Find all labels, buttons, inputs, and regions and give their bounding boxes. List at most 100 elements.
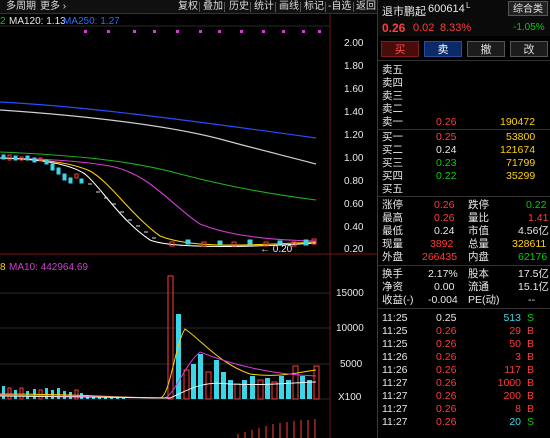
tick-volume: 20	[509, 416, 521, 428]
limit-up-value: 0.26	[434, 199, 455, 211]
tick-row[interactable]: 11:26 0.26 3 B	[378, 351, 550, 363]
quote-row: 涨停 0.26 跌停 0.22	[378, 199, 550, 211]
tick-side: S	[527, 416, 535, 428]
tick-price: 0.26	[436, 390, 457, 402]
toolbar-divider	[300, 2, 301, 12]
sector-button[interactable]: 综合类	[508, 1, 548, 16]
tick-side: B	[527, 403, 535, 415]
market-cap-label: 市值	[468, 225, 489, 237]
fuquan-button[interactable]: 复权	[178, 1, 198, 13]
tick-price: 0.25	[436, 312, 457, 324]
tick-side: B	[527, 351, 535, 363]
tick-side: B	[527, 364, 535, 376]
toolbar-divider	[224, 2, 225, 12]
divider	[378, 308, 550, 309]
tick-row[interactable]: 11:25 0.26 29 B	[378, 325, 550, 337]
low-value: 0.24	[434, 225, 455, 237]
cancel-order-button[interactable]: 撤	[467, 41, 505, 57]
low-label: 最低	[382, 225, 403, 237]
tick-row[interactable]: 11:27 0.26 1000 B	[378, 377, 550, 389]
buy-button[interactable]: 买	[381, 41, 419, 57]
tick-row[interactable]: 11:26 0.26 117 B	[378, 364, 550, 376]
bid-row[interactable]: 买三 0.23 71799	[378, 157, 550, 169]
kline-chart-area[interactable]: 2 MA120: 1.13 MA250: 1.27 ← 0.20 2.00 1.…	[0, 14, 377, 438]
period-menu[interactable]: 多周期	[6, 1, 36, 13]
price-change-pct: 8.33%	[440, 22, 472, 34]
volume-label-prefix: 8	[0, 262, 6, 273]
tick-price: 0.26	[436, 351, 457, 363]
sector-change: -1.05%	[513, 22, 545, 33]
price-tick: 1.20	[344, 130, 364, 141]
market-cap-value: 4.56亿	[518, 225, 549, 237]
net-assets-label: 净资	[382, 281, 403, 293]
bid-row[interactable]: 买四 0.22 35299	[378, 170, 550, 182]
draw-line-button[interactable]: 画线	[279, 1, 299, 13]
pe-value: --	[528, 294, 535, 306]
current-volume-value: 3892	[430, 238, 454, 250]
quote-row: 现量 3892 总量 328611	[378, 238, 550, 250]
bid-volume: 121674	[500, 144, 536, 156]
bid-label: 买五	[382, 183, 403, 195]
outer-volume-value: 266435	[422, 251, 458, 263]
ask-row[interactable]: 卖二	[378, 103, 550, 115]
tick-time: 11:27	[382, 390, 408, 402]
tick-volume: 8	[515, 403, 521, 415]
mark-button[interactable]: 标记	[304, 1, 324, 13]
history-button[interactable]: 历史	[229, 1, 249, 13]
inner-volume-label: 内盘	[468, 251, 489, 263]
ask-row[interactable]: 卖四	[378, 77, 550, 89]
back-button[interactable]: 返回	[356, 1, 376, 13]
tick-row[interactable]: 11:27 0.26 8 B	[378, 403, 550, 415]
divider	[378, 129, 550, 130]
tick-row[interactable]: 11:27 0.26 20 S	[378, 416, 550, 428]
bid-row[interactable]: 买一 0.25 53800	[378, 131, 550, 143]
bid-label: 买三	[382, 157, 403, 169]
toolbar-divider	[325, 2, 326, 12]
quote-panel: 退市鹏起 600614 L 0.26 0.02 8.33% 综合类 -1.05%…	[377, 0, 550, 438]
eps-value: -0.004	[428, 294, 458, 306]
ask-row[interactable]: 卖五	[378, 64, 550, 76]
tick-row[interactable]: 11:27 0.26 200 B	[378, 390, 550, 402]
float-value: 15.1亿	[518, 281, 549, 293]
tick-row[interactable]: 11:25 0.25 513 S	[378, 312, 550, 324]
ask-row[interactable]: 卖一 0.26 190472	[378, 116, 550, 128]
tick-time: 11:25	[382, 325, 408, 337]
tick-volume: 29	[509, 325, 521, 337]
tick-volume: 3	[515, 351, 521, 363]
tick-time: 11:25	[382, 338, 408, 350]
more-menu[interactable]: 更多 ›	[40, 1, 66, 13]
price-tick: 1.60	[344, 84, 364, 95]
divider	[378, 196, 550, 197]
bid-volume: 53800	[506, 131, 536, 143]
bid-row[interactable]: 买五	[378, 183, 550, 195]
bid-row[interactable]: 买二 0.24 121674	[378, 144, 550, 156]
remove-watchlist-button[interactable]: -自选	[328, 1, 351, 13]
overlay-button[interactable]: 叠加	[203, 1, 223, 13]
shares-label: 股本	[468, 268, 489, 280]
tick-time: 11:27	[382, 403, 408, 415]
price-tick: 1.80	[344, 61, 364, 72]
tick-side: S	[527, 312, 535, 324]
quote-row: 最高 0.26 量比 1.41	[378, 212, 550, 224]
price-tick: 0.60	[344, 199, 364, 210]
modify-order-button[interactable]: 改	[510, 41, 548, 57]
indicator-bars	[237, 419, 316, 438]
ask-row[interactable]: 卖三	[378, 90, 550, 102]
ask-label: 卖五	[382, 64, 403, 76]
stats-row: 换手 2.17% 股本 17.5亿	[378, 268, 550, 280]
volume-tick: 10000	[336, 323, 364, 334]
stock-code: 600614	[428, 3, 465, 15]
high-label: 最高	[382, 212, 403, 224]
ask-label: 卖三	[382, 90, 403, 102]
tick-side: B	[527, 325, 535, 337]
sell-button[interactable]: 卖	[424, 41, 462, 57]
current-volume-label: 现量	[382, 238, 403, 250]
bid-volume: 71799	[506, 157, 536, 169]
low-price-marker: ← 0.20	[260, 244, 293, 255]
tick-row[interactable]: 11:25 0.26 50 B	[378, 338, 550, 350]
bid-volume: 35299	[506, 170, 536, 182]
volume-ratio-label: 量比	[468, 212, 489, 224]
statistics-button[interactable]: 统计	[254, 1, 274, 13]
price-chart-svg	[0, 14, 377, 438]
high-value: 0.26	[434, 212, 455, 224]
